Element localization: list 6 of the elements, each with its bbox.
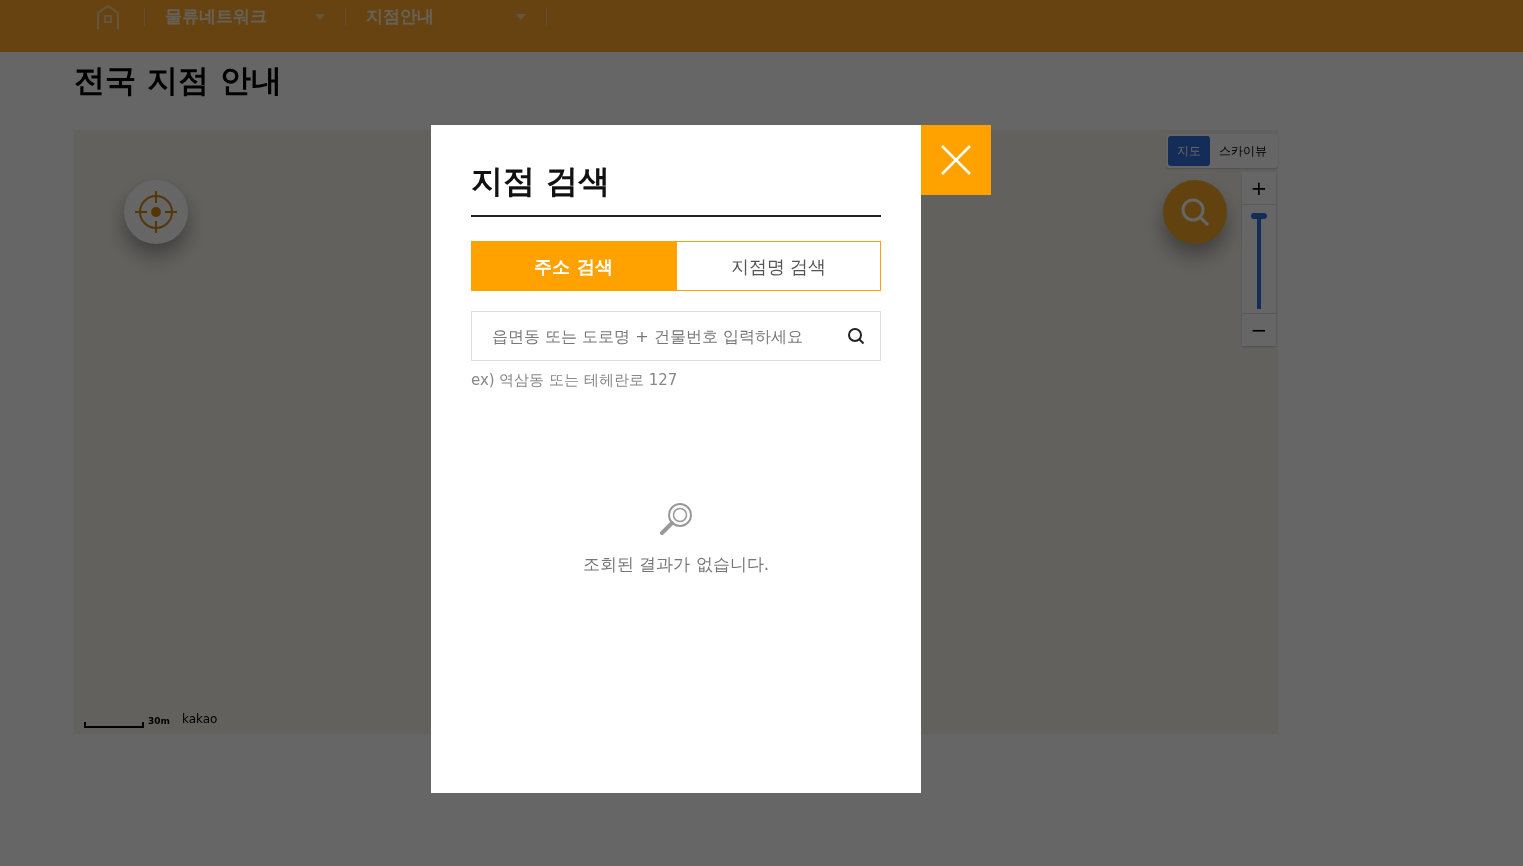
page-title: 전국 지점 안내 [74,61,283,100]
empty-message: 조회된 결과가 없습니다. [582,552,770,576]
scale-label: 30m [148,714,170,728]
map-logo: kakao [181,711,218,728]
modal-title: 지점 검색 [471,159,881,217]
hint-text: ex) 역삼동 또는 테헤란로 127 [471,370,679,391]
